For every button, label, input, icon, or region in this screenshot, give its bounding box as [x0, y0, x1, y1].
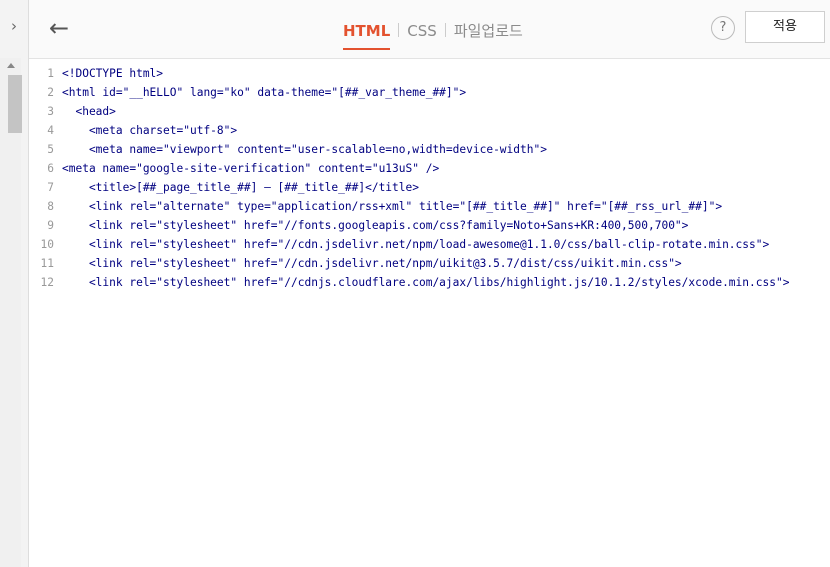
editor-tabs: HTML CSS 파일업로드 [343, 20, 523, 50]
code-line: 7 <title>[##_page_title_##] – [##_title_… [21, 178, 830, 197]
scrollbar-thumb[interactable] [8, 75, 22, 133]
line-number: 5 [47, 143, 54, 156]
html-editor-window: › ← HTML CSS 파일업로드 ? 적용 1 <!DOCTYPE html> 2… [0, 0, 830, 567]
code-text: <head> [62, 105, 116, 118]
vertical-scrollbar[interactable] [0, 58, 22, 567]
scroll-up-icon[interactable] [7, 63, 15, 68]
code-line: 5 <meta name="viewport" content="user-sc… [21, 140, 830, 159]
line-number: 10 [40, 238, 54, 251]
chevron-right-icon[interactable]: › [6, 18, 22, 34]
tab-css[interactable]: CSS [407, 22, 437, 40]
line-number: 1 [47, 67, 54, 80]
line-number: 6 [47, 162, 54, 175]
editor-toolbar: ← HTML CSS 파일업로드 ? 적용 [29, 0, 830, 59]
code-line: 6 <meta name="google-site-verification" c… [21, 159, 830, 178]
code-line: 4 <meta charset="utf-8"> [21, 121, 830, 140]
tab-divider [444, 23, 446, 37]
line-number: 2 [47, 86, 54, 99]
code-line: 11 <link rel="stylesheet" href="//cdn.js… [21, 254, 830, 273]
code-text: <link rel="stylesheet" href="//cdn.jsdel… [62, 257, 682, 270]
code-line: 2 <html id="__hELLO" lang="ko" data-theme… [21, 83, 830, 102]
line-number: 4 [47, 124, 54, 137]
code-text: <link rel="stylesheet" href="//cdnjs.clo… [62, 276, 790, 289]
code-line: 10 <link rel="stylesheet" href="//cdn.js… [21, 235, 830, 254]
code-text: <link rel="stylesheet" href="//cdn.jsdel… [62, 238, 770, 251]
code-text: <html id="__hELLO" lang="ko" data-theme=… [62, 86, 467, 99]
line-number: 3 [47, 105, 54, 118]
line-number: 12 [40, 276, 54, 289]
tab-divider [398, 23, 400, 37]
line-number: 8 [47, 200, 54, 213]
code-line: 12 <link rel="stylesheet" href="//cdnjs.… [21, 273, 830, 292]
code-editor[interactable]: 1 <!DOCTYPE html> 2 <html id="__hELLO" lan… [21, 58, 830, 567]
code-line: 1 <!DOCTYPE html> [21, 64, 830, 83]
code-line: 8 <link rel="alternate" type="applicatio… [21, 197, 830, 216]
back-arrow-icon[interactable]: ← [49, 16, 69, 40]
code-line: 3 <head> [21, 102, 830, 121]
code-text: <meta name="viewport" content="user-scal… [62, 143, 547, 156]
code-text: <meta name="google-site-verification" co… [62, 162, 440, 175]
tab-file-upload[interactable]: 파일업로드 [454, 20, 523, 41]
code-line: 9 <link rel="stylesheet" href="//fonts.g… [21, 216, 830, 235]
code-text: <!DOCTYPE html> [62, 67, 164, 80]
help-icon[interactable]: ? [711, 16, 735, 40]
line-number: 7 [47, 181, 54, 194]
tab-html[interactable]: HTML [343, 22, 391, 50]
line-number: 9 [47, 219, 54, 232]
code-text: <link rel="stylesheet" href="//fonts.goo… [62, 219, 689, 232]
code-text: <link rel="alternate" type="application/… [62, 200, 723, 213]
code-text: <title>[##_page_title_##] – [##_title_##… [62, 181, 419, 194]
code-text: <meta charset="utf-8"> [62, 124, 238, 137]
line-number: 11 [40, 257, 54, 270]
apply-button[interactable]: 적용 [745, 11, 825, 43]
